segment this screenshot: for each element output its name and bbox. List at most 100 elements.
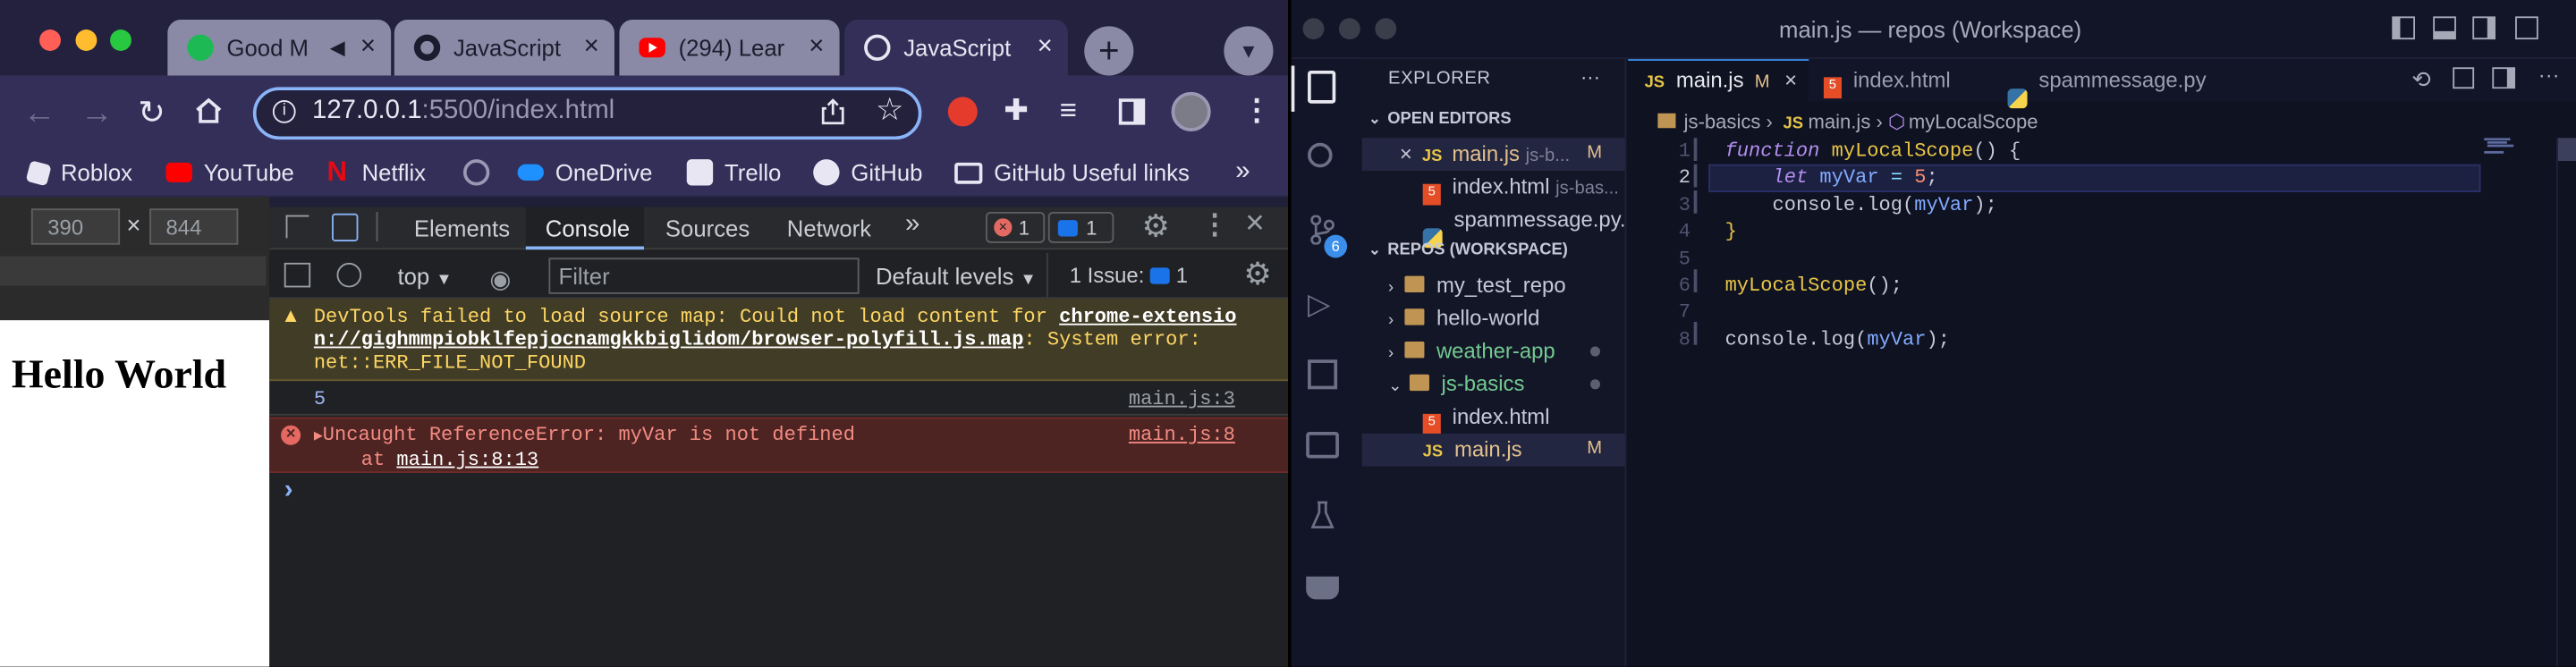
extensions-puzzle-icon[interactable]: ✚ [1004, 94, 1029, 129]
close-icon[interactable]: × [1031, 33, 1057, 63]
testing-icon[interactable] [1310, 501, 1335, 530]
message-counter[interactable]: 1 [1047, 211, 1114, 243]
bookmark-globe[interactable] [462, 155, 501, 190]
bookmark-github-useful-links[interactable]: GitHub Useful links [954, 155, 1190, 190]
clear-console-icon[interactable] [336, 262, 362, 288]
breadcrumb-item[interactable]: main.js [1809, 110, 1871, 133]
close-window-button[interactable] [1302, 18, 1325, 40]
error-location-link[interactable]: main.js:8:13 [396, 448, 538, 471]
code-line[interactable] [1725, 246, 2021, 273]
side-panel-icon[interactable] [1118, 98, 1146, 125]
levels-select[interactable]: Default levels ▼ [876, 263, 1037, 289]
bookmark-youtube[interactable]: YouTube [165, 155, 294, 190]
close-icon[interactable]: × [355, 33, 381, 63]
editor-more-button[interactable]: ··· [2538, 63, 2560, 88]
code-line[interactable] [1725, 300, 2021, 326]
browser-tab[interactable]: (294) Lear × [619, 20, 840, 76]
url-text[interactable]: 127.0.0.1:5500/index.html [312, 97, 614, 126]
back-icon[interactable]: ← [23, 96, 56, 133]
browser-tab[interactable]: JavaScript × [394, 20, 614, 76]
devtools-menu-icon[interactable]: ⋮ [1201, 208, 1229, 241]
tab-console[interactable]: Console [546, 215, 630, 241]
minimize-window-button[interactable] [75, 30, 97, 51]
more-bookmarks-button[interactable]: » [1235, 155, 1250, 190]
explorer-more-button[interactable]: ··· [1580, 65, 1600, 89]
issues-button[interactable]: 1 Issue: 1 [1070, 263, 1188, 288]
close-icon[interactable]: × [1784, 67, 1797, 92]
warning-link-cont[interactable]: n://gighmmpiobklfepjocnamgkkbiglidom/bro… [314, 328, 1024, 351]
close-icon[interactable]: × [579, 33, 605, 63]
search-icon[interactable] [1308, 142, 1333, 168]
warning-link[interactable]: chrome-extensio [1059, 306, 1236, 329]
close-icon[interactable]: × [803, 33, 829, 63]
breadcrumb-item[interactable]: myLocalScope [1909, 110, 2038, 133]
bookmark-trello[interactable]: Trello [686, 155, 781, 190]
open-editor-index-html[interactable]: 5 index.html js-bas... [1422, 174, 1627, 206]
remote-explorer-icon[interactable] [1306, 432, 1339, 459]
forward-icon[interactable]: → [80, 96, 114, 133]
device-height-input[interactable]: 844 [149, 208, 239, 245]
editor-tab-main-js[interactable]: JS main.js M × [1645, 67, 1797, 92]
new-tab-button[interactable]: + [1084, 26, 1134, 76]
toggle-panel-icon[interactable] [2433, 16, 2456, 40]
tab-search-button[interactable]: ▼ [1224, 26, 1274, 76]
media-control-icon[interactable]: ≡ [1060, 94, 1077, 129]
extensions-icon[interactable] [1308, 359, 1338, 390]
close-icon[interactable]: × [1400, 141, 1412, 166]
eye-icon[interactable]: ◉ [489, 265, 511, 294]
tab-network[interactable]: Network [787, 215, 871, 241]
bookmark-github[interactable]: GitHub [813, 155, 922, 190]
breadcrumb-item[interactable]: js-basics [1684, 110, 1761, 133]
extension-icon[interactable] [947, 97, 978, 127]
home-icon[interactable] [194, 97, 224, 123]
more-tabs-button[interactable]: » [905, 210, 919, 240]
inspect-icon[interactable] [285, 215, 309, 239]
split-editor-icon[interactable] [2492, 67, 2516, 89]
toggle-secondary-sidebar-icon[interactable] [2472, 16, 2496, 40]
timeline-icon[interactable]: ⟲ [2411, 65, 2431, 93]
context-select[interactable]: top ▼ [397, 263, 452, 289]
bookmark-roblox[interactable]: Roblox [25, 155, 132, 190]
editor-tab-index-html[interactable]: 5 index.html [1823, 67, 1951, 99]
folder-hello-world[interactable]: › hello-world [1388, 306, 1539, 331]
code-line[interactable]: console.log(myVar); [1725, 191, 2021, 218]
editor-tab-spammessage-py[interactable]: pyspammessage.py [2007, 67, 2207, 109]
customize-layout-icon[interactable] [2515, 16, 2538, 40]
bookmark-onedrive[interactable]: OneDrive [517, 155, 652, 190]
code-line[interactable]: function myLocalScope() { [1725, 138, 2021, 165]
file-main-js[interactable]: JS main.js [1423, 437, 1522, 462]
tab-elements[interactable]: Elements [414, 215, 510, 241]
console-prompt[interactable]: › [284, 477, 293, 506]
toggle-sidebar-icon[interactable] [2392, 16, 2416, 40]
error-message[interactable]: ▶Uncaught ReferenceError: myVar is not d… [314, 424, 855, 471]
folder-my-test-repo[interactable]: › my_test_repo [1388, 273, 1566, 298]
close-devtools-icon[interactable]: × [1245, 206, 1264, 243]
menu-icon[interactable]: ⋮ [1242, 94, 1272, 129]
tab-sources[interactable]: Sources [665, 215, 750, 241]
scrollbar-thumb[interactable] [2557, 138, 2576, 162]
folder-weather-app[interactable]: › weather-app [1388, 338, 1555, 363]
share-icon[interactable] [821, 98, 844, 125]
reload-icon[interactable]: ↻ [138, 92, 165, 133]
folder-js-basics[interactable]: ⌄ js-basics [1388, 371, 1524, 396]
minimap[interactable] [2484, 138, 2553, 154]
info-icon[interactable]: i [272, 100, 296, 123]
compare-changes-icon[interactable] [2453, 67, 2475, 89]
console-settings-icon[interactable]: ⚙ [1243, 257, 1271, 294]
run-debug-icon[interactable]: ▷ [1308, 287, 1330, 322]
device-width-input[interactable]: 390 [30, 208, 121, 245]
editor-scrollbar[interactable] [2555, 138, 2576, 667]
workspace-header[interactable]: ⌄ REPOS (WORKSPACE) [1368, 241, 1568, 259]
bookmark-netflix[interactable]: N Netflix [327, 155, 427, 190]
browser-tab[interactable]: Good M ◀ × [167, 20, 392, 76]
browser-tab-active[interactable]: JavaScript × [844, 20, 1068, 76]
close-window-button[interactable] [39, 30, 61, 51]
settings-gear-icon[interactable]: ⚙ [1142, 208, 1170, 246]
file-index-html[interactable]: 5 index.html [1422, 404, 1550, 435]
error-counter[interactable]: × 1 [986, 211, 1046, 243]
open-editors-header[interactable]: ⌄ OPEN EDITORS [1368, 110, 1512, 128]
docker-icon[interactable] [1306, 576, 1339, 600]
bookmark-star-icon[interactable]: ☆ [876, 92, 903, 130]
code-line[interactable]: console.log(myVar); [1725, 326, 2021, 353]
code-line[interactable]: let myVar = 5; [1725, 165, 2021, 191]
